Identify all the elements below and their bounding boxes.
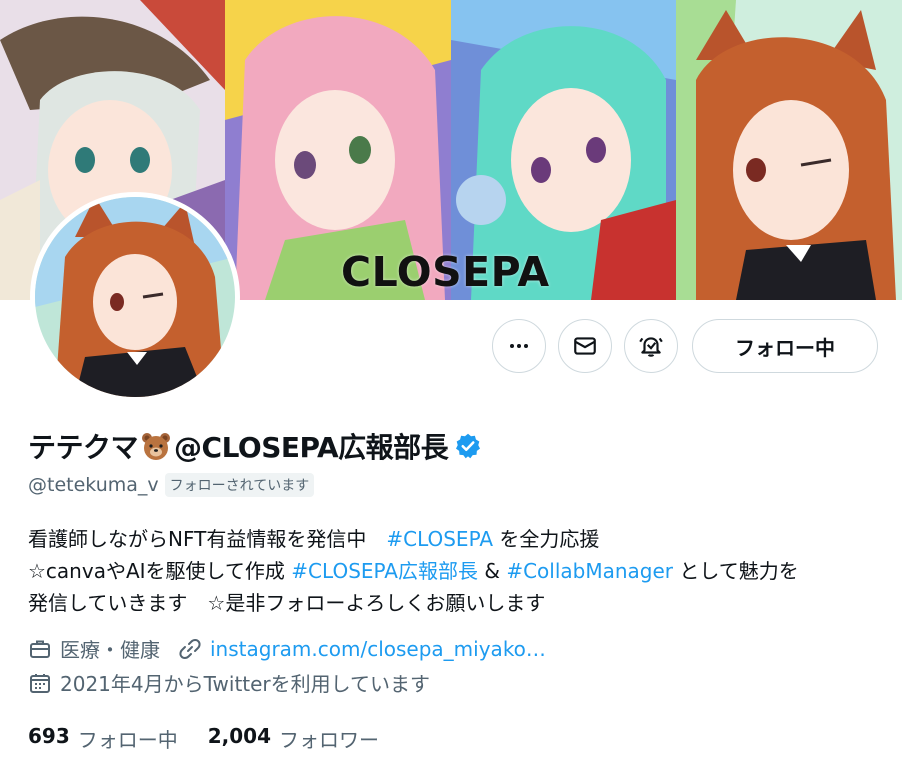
bell-icon <box>639 337 663 357</box>
briefcase-icon <box>30 640 50 658</box>
following-count-link[interactable]: 693 フォロー中 <box>28 724 178 753</box>
joined-date: 2021年4月からTwitterを利用しています <box>60 672 431 696</box>
hashtag-link[interactable]: #CLOSEPA広報部長 <box>291 559 478 583</box>
profile-website-link[interactable]: instagram.com/closepa_miyako… <box>210 637 546 661</box>
followers-label: フォロワー <box>279 728 380 752</box>
link-icon <box>179 638 201 659</box>
calendar-icon <box>30 673 50 693</box>
following-button[interactable]: フォロー中 <box>692 319 878 373</box>
display-name: テテクマ <box>28 431 139 464</box>
hashtag-link[interactable]: #CLOSEPA <box>386 527 493 551</box>
profile-joined: 2021年4月からTwitterを利用しています <box>28 668 430 697</box>
bear-emoji-icon <box>142 433 171 460</box>
avatar[interactable] <box>35 197 235 397</box>
bio-text: & <box>478 559 507 583</box>
bio-line-3: 発信していきます ☆是非フォローよろしくお願いします <box>28 591 546 615</box>
profile-bio: 看護師しながらNFT有益情報を発信中 #CLOSEPA を全力応援 ☆canva… <box>28 523 888 619</box>
bio-text: を全力応援 <box>493 527 600 551</box>
followers-count-link[interactable]: 2,004 フォロワー <box>208 724 379 753</box>
username-handle: @tetekuma_v <box>28 474 159 496</box>
message-button[interactable] <box>558 319 612 373</box>
more-button[interactable] <box>492 319 546 373</box>
following-label: フォロー中 <box>77 728 178 752</box>
hashtag-link[interactable]: #CollabManager <box>506 559 673 583</box>
bio-line-2: ☆canvaやAIを駆使して作成 #CLOSEPA広報部長 & #CollabM… <box>28 555 888 587</box>
display-name-suffix: @CLOSEPA広報部長 <box>174 431 449 464</box>
avatar-frame[interactable] <box>30 192 240 402</box>
profile-category: 医療・健康 <box>60 638 160 662</box>
banner-title: CLOSEPA <box>341 248 550 296</box>
mail-icon <box>574 337 596 355</box>
followers-count: 2,004 <box>207 724 272 748</box>
following-count: 693 <box>28 724 70 748</box>
profile-actions: フォロー中 <box>492 319 878 373</box>
follow-counts: 693 フォロー中 2,004 フォロワー <box>28 724 379 753</box>
bio-text: 看護師しながらNFT有益情報を発信中 <box>28 527 387 551</box>
more-icon <box>510 344 528 348</box>
profile-meta: 医療・健康 instagram.com/closepa_miyako… <box>28 634 546 663</box>
bio-text: ☆canvaやAIを駆使して作成 <box>28 559 292 583</box>
bio-text: として魅力を <box>673 559 799 583</box>
bio-line-1: 看護師しながらNFT有益情報を発信中 #CLOSEPA を全力応援 <box>28 523 888 555</box>
verified-badge-icon[interactable] <box>454 432 482 460</box>
banner-panel-fox-ear-girl <box>676 0 902 300</box>
notifications-button[interactable] <box>624 319 678 373</box>
handle-row: @tetekuma_v フォローされています <box>28 473 315 497</box>
follows-you-badge: フォローされています <box>164 473 315 497</box>
display-name-row: テテクマ @CLOSEPA広報部長 <box>28 426 482 466</box>
